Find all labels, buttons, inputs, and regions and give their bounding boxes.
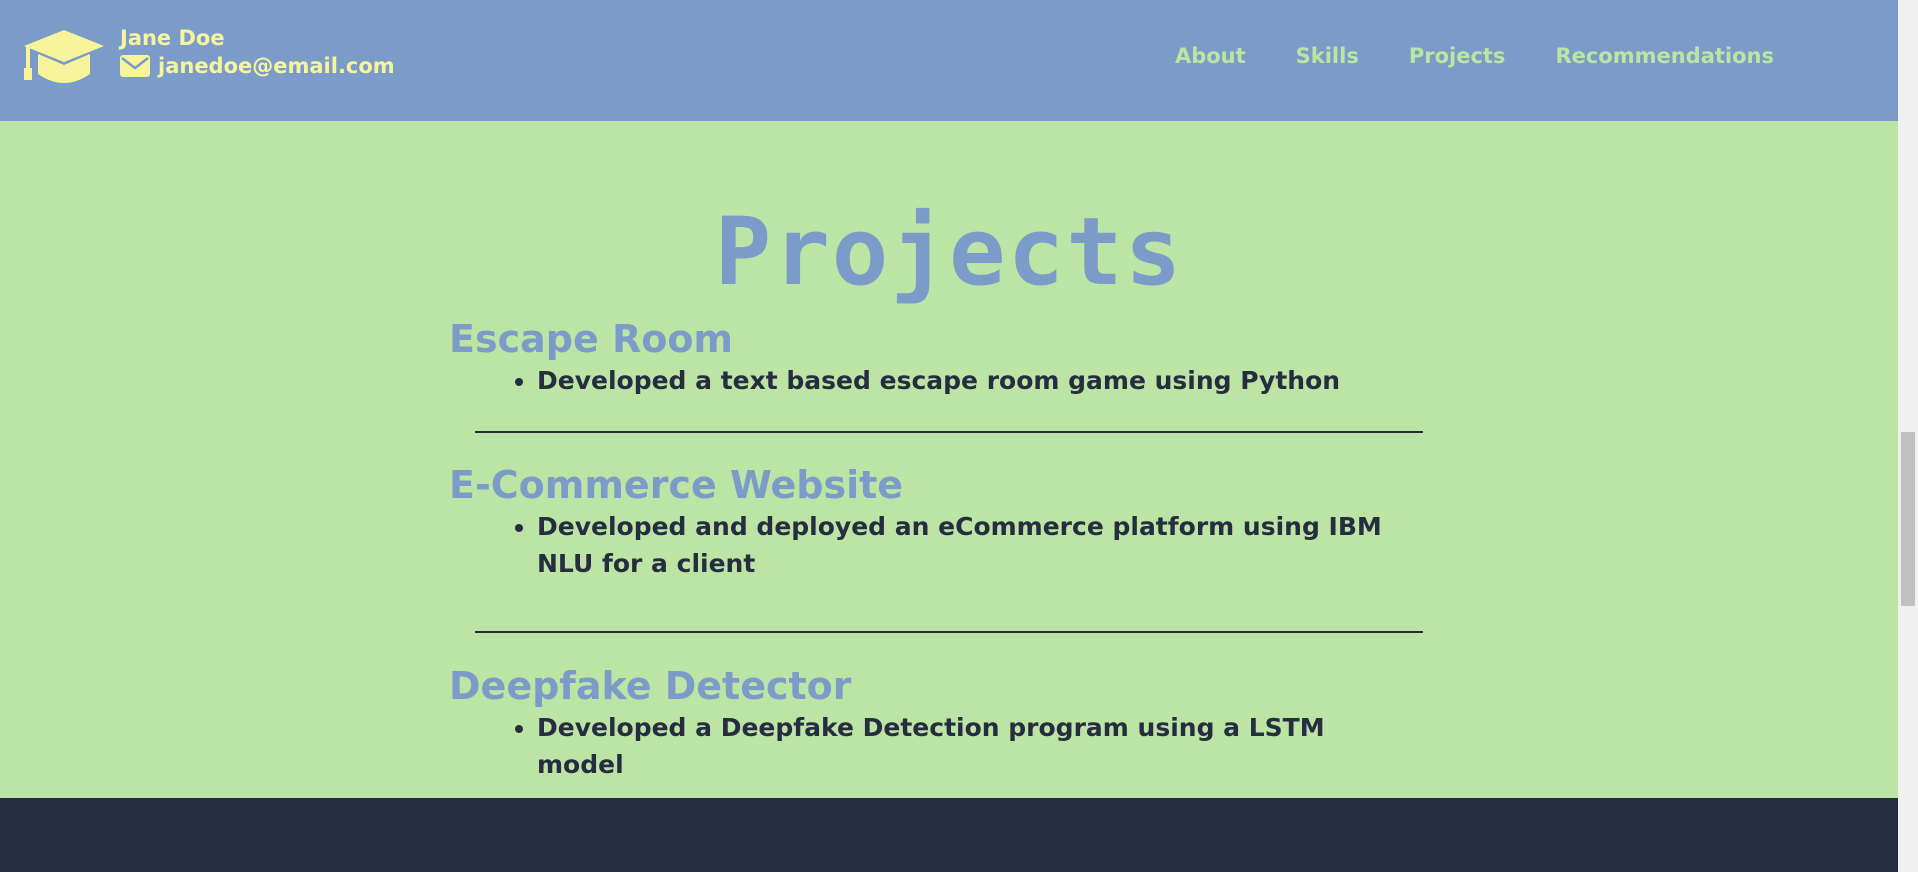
user-name: Jane Doe [120,26,225,50]
project-bullets: Developed and deployed an eCommerce plat… [449,508,1449,582]
page: Jane Doe janedoe@email.com About Skills … [0,0,1918,872]
graduation-cap-icon [24,30,104,83]
scrollbar-thumb[interactable] [1901,432,1915,606]
project-title: Escape Room [449,317,734,361]
header: Jane Doe janedoe@email.com About Skills … [0,0,1898,121]
project-bullets: Developed a text based escape room game … [449,362,1449,399]
projects-list: Escape Room Developed a text based escap… [449,316,1449,783]
nav-about[interactable]: About [1175,44,1246,68]
project-bullets: Developed a Deepfake Detection program u… [449,709,1449,783]
footer [0,798,1898,872]
project-item-escape-room: Escape Room Developed a text based escap… [449,316,1449,431]
project-bullet: Developed and deployed an eCommerce plat… [537,508,1397,582]
identity: Jane Doe janedoe@email.com [120,24,395,78]
project-title: Deepfake Detector [449,664,852,708]
project-bullet: Developed a text based escape room game … [537,362,1397,399]
email-row: janedoe@email.com [120,54,395,78]
nav-skills[interactable]: Skills [1296,44,1359,68]
nav-recommendations[interactable]: Recommendations [1555,44,1774,68]
project-item-deepfake: Deepfake Detector Developed a Deepfake D… [449,633,1449,783]
project-title: E-Commerce Website [449,463,904,507]
email-address: janedoe@email.com [158,54,395,78]
nav-projects[interactable]: Projects [1409,44,1506,68]
projects-heading: Projects [714,198,1184,307]
project-item-ecommerce: E-Commerce Website Developed and deploye… [449,433,1449,631]
main-nav: About Skills Projects Recommendations [1175,44,1774,68]
envelope-icon [120,55,150,77]
scrollbar[interactable] [1898,0,1918,872]
project-bullet: Developed a Deepfake Detection program u… [537,709,1397,783]
